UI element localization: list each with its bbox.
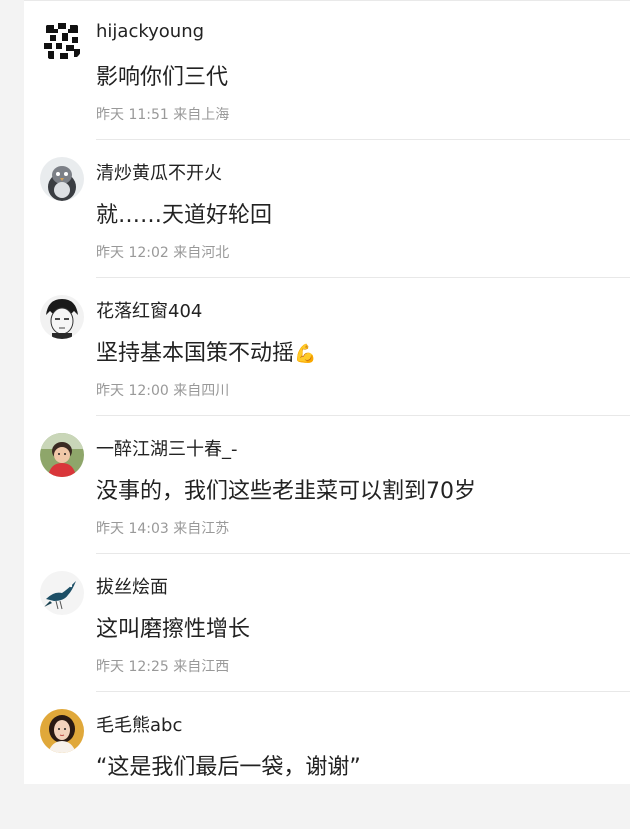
- comment-time: 昨天 12:00: [96, 383, 169, 399]
- comment-time: 昨天 12:02: [96, 245, 169, 261]
- comment-location: 来自四川: [173, 383, 230, 399]
- comment-text-body: 坚持基本国策不动摇: [96, 341, 295, 366]
- girl-photo-avatar-icon[interactable]: [40, 709, 84, 753]
- comment-item: 清炒黄瓜不开火 就……天道好轮回 昨天 12:02 来自河北: [24, 139, 630, 278]
- comment-text: 坚持基本国策不动摇💪: [96, 335, 316, 367]
- penguin-avatar-icon[interactable]: [40, 157, 84, 201]
- child-photo-avatar-icon[interactable]: [40, 433, 84, 477]
- comment-item: 毛毛熊abc “这是我们最后一袋，谢谢”: [24, 691, 630, 829]
- comment-location: 来自江苏: [173, 521, 230, 537]
- comment-location: 来自河北: [173, 245, 230, 261]
- comment-time: 昨天 11:51: [96, 107, 169, 123]
- comment-item: 一醉江湖三十春_- 没事的，我们这些老韭菜可以割到70岁 昨天 14:03 来自…: [24, 415, 630, 554]
- comment-time: 昨天 14:03: [96, 521, 169, 537]
- comment-item: 花落红窗404 坚持基本国策不动摇💪 昨天 12:00 来自四川: [24, 277, 630, 416]
- comment-text: 没事的，我们这些老韭菜可以割到70岁: [96, 479, 476, 504]
- comment-text: 影响你们三代: [96, 65, 229, 90]
- comment-text: “这是我们最后一袋，谢谢”: [96, 755, 361, 780]
- username[interactable]: hijackyoung: [96, 21, 204, 42]
- comment-text: 这叫磨擦性增长: [96, 617, 251, 642]
- comment-meta: 昨天 12:00 来自四川: [96, 380, 229, 400]
- comment-text: 就……天道好轮回: [96, 203, 273, 228]
- flexed-biceps-icon: 💪: [294, 343, 317, 365]
- comment-meta: 昨天 14:03 来自江苏: [96, 518, 229, 538]
- comment-item: 拔丝烩面 这叫磨擦性增长 昨天 12:25 来自江西: [24, 553, 630, 692]
- comment-item: hijackyoung 影响你们三代 昨天 11:51 来自上海: [24, 1, 630, 140]
- username[interactable]: 毛毛熊abc: [96, 711, 182, 737]
- username[interactable]: 清炒黄瓜不开火: [96, 159, 222, 185]
- comment-list: hijackyoung 影响你们三代 昨天 11:51 来自上海 清炒黄瓜不开火…: [24, 0, 630, 784]
- username[interactable]: 拔丝烩面: [96, 573, 168, 599]
- comment-meta: 昨天 11:51 来自上海: [96, 104, 229, 124]
- comment-time: 昨天 12:25: [96, 659, 169, 675]
- comment-meta: 昨天 12:02 来自河北: [96, 242, 229, 262]
- pixel-pattern-avatar-icon[interactable]: [40, 19, 84, 63]
- anime-face-avatar-icon[interactable]: [40, 295, 84, 339]
- comment-location: 来自上海: [173, 107, 230, 123]
- username[interactable]: 一醉江湖三十春_-: [96, 435, 238, 461]
- bird-avatar-icon[interactable]: [40, 571, 84, 615]
- comment-meta: 昨天 12:25 来自江西: [96, 656, 229, 676]
- comment-location: 来自江西: [173, 659, 230, 675]
- username[interactable]: 花落红窗404: [96, 297, 202, 323]
